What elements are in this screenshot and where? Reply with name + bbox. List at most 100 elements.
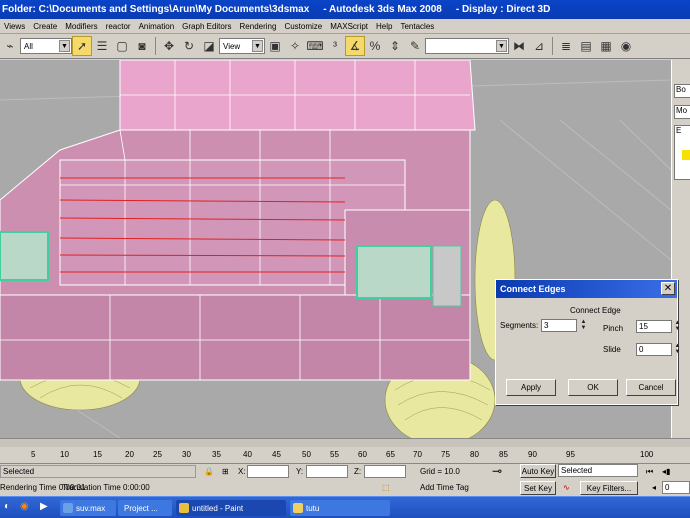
curve-editor-icon[interactable]: ▤ xyxy=(576,36,596,56)
cancel-button[interactable]: Cancel xyxy=(626,379,676,396)
object-name-field[interactable]: Bo xyxy=(674,84,690,98)
key-filters-button[interactable]: Key Filters... xyxy=(580,481,638,495)
taskbar-item-tutu[interactable]: tutu xyxy=(290,500,390,516)
menu-animation[interactable]: Animation xyxy=(135,22,179,31)
close-icon[interactable]: ✕ xyxy=(661,282,675,295)
x-label: X: xyxy=(238,467,246,476)
quick-launch-icon[interactable]: ◐ xyxy=(4,501,10,512)
tick-label: 70 xyxy=(413,450,422,459)
pinch-label: Pinch xyxy=(603,324,624,333)
segments-spinner[interactable]: 3 xyxy=(541,319,577,332)
grille-side xyxy=(432,245,462,307)
apply-button[interactable]: Apply xyxy=(506,379,556,396)
modifier-list[interactable]: Mo xyxy=(674,105,690,119)
scale-icon[interactable]: ◪ xyxy=(199,36,219,56)
taskbar-item-label: tutu xyxy=(306,503,320,513)
folder-icon xyxy=(293,503,303,513)
taskbar-item-paint[interactable]: untitled - Paint xyxy=(176,500,286,516)
lock-icon[interactable]: 🔒 xyxy=(204,465,214,478)
ok-button[interactable]: OK xyxy=(568,379,618,396)
select-icon[interactable]: ➚ xyxy=(72,36,92,56)
z-coordinate-field[interactable] xyxy=(364,465,406,478)
spinner-arrows-icon[interactable]: ▲ ▼ xyxy=(580,319,587,332)
go-to-start-icon[interactable]: ⏮ xyxy=(646,465,653,478)
rect-region-icon[interactable]: ▢ xyxy=(112,36,132,56)
move-icon[interactable]: ✥ xyxy=(159,36,179,56)
window-crossing-icon[interactable]: ◙ xyxy=(132,36,152,56)
spinner-arrows-icon[interactable]: ▲ ▼ xyxy=(674,320,681,333)
suv-mesh xyxy=(0,60,476,381)
pinch-spinner[interactable]: 15 xyxy=(636,320,672,333)
menu-create[interactable]: Create xyxy=(29,22,61,31)
segments-label: Segments: xyxy=(500,321,539,330)
key-icon: ⊸ xyxy=(492,464,503,478)
menu-maxscript[interactable]: MAXScript xyxy=(326,22,372,31)
tick-label: 80 xyxy=(470,450,479,459)
menu-customize[interactable]: Customize xyxy=(280,22,326,31)
tick-label: 35 xyxy=(212,450,221,459)
layer-manager-icon[interactable]: ≣ xyxy=(556,36,576,56)
set-key-icon[interactable]: ∿ xyxy=(563,481,570,494)
add-time-tag[interactable]: Add Time Tag xyxy=(420,481,469,494)
menu-tentacles[interactable]: Tentacles xyxy=(396,22,438,31)
named-selection-sets-dropdown[interactable]: ▼ xyxy=(425,38,509,54)
taskbar-item-project[interactable]: Project ... xyxy=(118,500,172,516)
previous-frame-icon[interactable]: ◂▮ xyxy=(662,465,670,478)
angle-snap-icon[interactable]: ∡ xyxy=(345,36,365,56)
rotate-icon[interactable]: ↻ xyxy=(179,36,199,56)
slide-spinner[interactable]: 0 xyxy=(636,343,672,356)
mirror-icon[interactable]: ⧓ xyxy=(509,36,529,56)
align-icon[interactable]: ⊿ xyxy=(529,36,549,56)
tick-label: 25 xyxy=(153,450,162,459)
paint-icon xyxy=(179,503,189,513)
time-slider[interactable] xyxy=(0,438,690,447)
taskbar-item-label: suv.max xyxy=(76,503,106,513)
x-coordinate-field[interactable] xyxy=(247,465,289,478)
absolute-mode-icon[interactable]: ⊞ xyxy=(222,465,229,478)
select-by-name-icon[interactable]: ☰ xyxy=(92,36,112,56)
keyboard-shortcut-icon[interactable]: ⌨ xyxy=(305,36,325,56)
menu-graph-editors[interactable]: Graph Editors xyxy=(178,22,235,31)
schematic-view-icon[interactable]: ▦ xyxy=(596,36,616,56)
tick-label: 20 xyxy=(125,450,134,459)
firefox-icon[interactable]: ◉ xyxy=(20,501,29,512)
manipulate-icon[interactable]: ✧ xyxy=(285,36,305,56)
menu-reactor[interactable]: reactor xyxy=(102,22,135,31)
bind-icon[interactable]: ⌁ xyxy=(0,36,20,56)
set-key-button[interactable]: Set Key xyxy=(520,481,556,495)
menu-modifiers[interactable]: Modifiers xyxy=(61,22,101,31)
edit-named-sets-icon[interactable]: ✎ xyxy=(405,36,425,56)
translation-time: Translation Time 0:00:00 xyxy=(62,483,150,492)
pivot-icon[interactable]: ▣ xyxy=(265,36,285,56)
spinner-arrows-icon[interactable]: ▲ ▼ xyxy=(674,343,681,356)
connect-edges-dialog: Connect Edges ✕ Connect Edge Segments: 3… xyxy=(495,279,681,405)
taskbar-item-suv[interactable]: suv.max xyxy=(60,500,116,516)
dialog-title: Connect Edges xyxy=(496,280,677,298)
tick-label: 5 xyxy=(31,450,36,459)
time-tag-icon: ⬚ xyxy=(382,483,390,492)
track-bar[interactable]: 5 10 15 20 25 30 35 40 45 50 55 60 65 70… xyxy=(0,447,690,464)
percent-snap-icon[interactable]: % xyxy=(365,36,385,56)
selection-filter-dropdown[interactable]: All ▼ xyxy=(20,38,72,54)
material-editor-icon[interactable]: ◉ xyxy=(616,36,636,56)
spinner-snap-icon[interactable]: ⇕ xyxy=(385,36,405,56)
active-modifier-highlight xyxy=(682,150,690,160)
chevron-down-icon: ▼ xyxy=(496,40,507,52)
grid-size: Grid = 10.0 xyxy=(420,467,460,476)
current-frame-field[interactable]: 0 xyxy=(662,481,690,494)
tick-label: 100 xyxy=(640,450,654,459)
menu-help[interactable]: Help xyxy=(372,22,396,31)
z-label: Z: xyxy=(354,467,362,476)
status-row-selection: Selected 🔒 ⊞ X: Y: Z: Grid = 10.0 ⊸ Auto… xyxy=(0,464,690,479)
title-app: - Autodesk 3ds Max 2008 xyxy=(323,4,442,15)
menu-views[interactable]: Views xyxy=(0,22,29,31)
key-mode-dropdown[interactable]: Selected xyxy=(558,464,638,477)
menu-rendering[interactable]: Rendering xyxy=(236,22,281,31)
snap-3d-icon[interactable]: ³ xyxy=(325,36,345,56)
auto-key-button[interactable]: Auto Key xyxy=(520,464,556,478)
coord-system-dropdown[interactable]: View ▼ xyxy=(219,38,265,54)
taskbar-item-label: Project ... xyxy=(124,503,158,513)
next-frame-icon[interactable]: ◂ xyxy=(652,481,656,494)
y-coordinate-field[interactable] xyxy=(306,465,348,478)
media-icon[interactable]: ▶ xyxy=(40,501,48,512)
